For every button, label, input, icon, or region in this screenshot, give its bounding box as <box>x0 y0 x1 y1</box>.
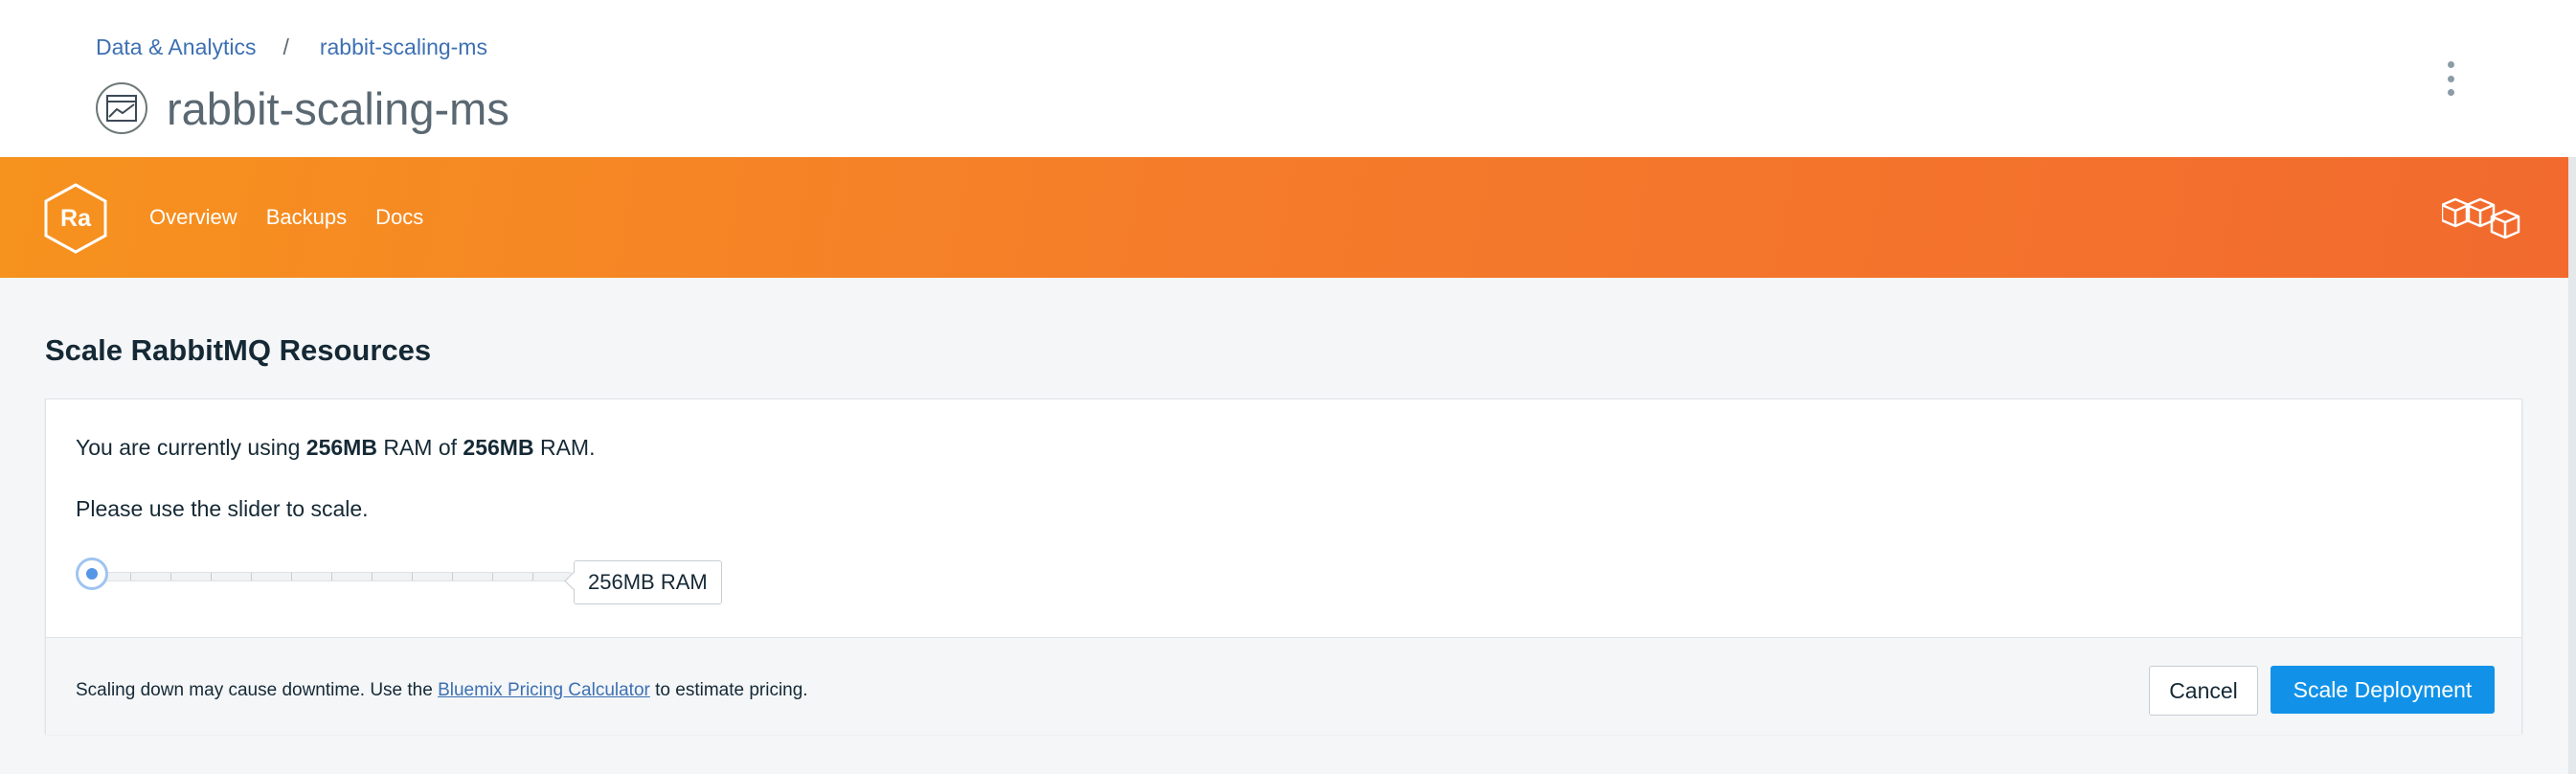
breadcrumb-data-analytics[interactable]: Data & Analytics <box>96 34 256 60</box>
slider-value-label: 256MB RAM <box>574 560 722 604</box>
title-row: rabbit-scaling-ms <box>96 82 509 134</box>
cubes-logo-icon <box>2442 197 2520 239</box>
scale-deployment-button[interactable]: Scale Deployment <box>2271 666 2495 714</box>
service-badge: Ra <box>42 182 109 255</box>
slider-tick <box>130 573 131 580</box>
main-content: Scale RabbitMQ Resources You are current… <box>0 278 2568 774</box>
overflow-menu-button[interactable] <box>2432 57 2469 100</box>
ellipsis-dot <box>2447 89 2454 96</box>
slider-tick <box>251 573 252 580</box>
pricing-calculator-link[interactable]: Bluemix Pricing Calculator <box>438 680 650 700</box>
badge-label: Ra <box>60 204 91 232</box>
slider-tick <box>331 573 332 580</box>
nav-backups[interactable]: Backups <box>266 205 347 230</box>
scale-card: You are currently using 256MB RAM of 256… <box>45 398 2522 735</box>
usage-prefix: You are currently using <box>76 435 306 460</box>
slider-tick <box>372 573 373 580</box>
service-banner: Ra Overview Backups Docs <box>0 157 2568 278</box>
slider-hint: Please use the slider to scale. <box>76 496 369 521</box>
usage-total: 256MB <box>463 435 534 460</box>
slider-thumb-dot <box>86 568 98 580</box>
slider-thumb[interactable] <box>76 558 108 590</box>
usage-used: 256MB <box>305 435 377 460</box>
slider-tick <box>532 573 533 580</box>
footer-text: Scaling down may cause downtime. Use the… <box>76 680 808 701</box>
nav-overview[interactable]: Overview <box>149 205 237 230</box>
nav-docs[interactable]: Docs <box>375 205 423 230</box>
card-footer: Scaling down may cause downtime. Use the… <box>46 637 2521 735</box>
usage-text: You are currently using 256MB RAM of 256… <box>76 435 595 461</box>
cancel-button[interactable]: Cancel <box>2149 666 2258 716</box>
slider-tick <box>170 573 171 580</box>
slider-tick <box>492 573 493 580</box>
usage-middle: RAM of <box>376 435 463 460</box>
section-title: Scale RabbitMQ Resources <box>45 333 432 367</box>
vertical-ellipsis-icon <box>2447 61 2454 68</box>
page-title: rabbit-scaling-ms <box>167 82 509 134</box>
slider-track[interactable] <box>91 572 574 581</box>
chart-window-icon <box>96 82 147 134</box>
footer-text-after: to estimate pricing. <box>649 680 808 700</box>
slider-tick <box>412 573 413 580</box>
page-header: Data & Analytics / rabbit-scaling-ms rab… <box>0 0 2576 157</box>
breadcrumb: Data & Analytics / rabbit-scaling-ms <box>96 34 487 60</box>
scrollbar-track[interactable] <box>2568 157 2576 774</box>
slider-tick <box>452 573 453 580</box>
ellipsis-dot <box>2447 75 2454 82</box>
footer-text-before: Scaling down may cause downtime. Use the <box>76 680 439 700</box>
slider-tick <box>211 573 212 580</box>
ram-slider[interactable] <box>76 558 593 596</box>
breadcrumb-service[interactable]: rabbit-scaling-ms <box>320 34 487 60</box>
slider-tick <box>291 573 292 580</box>
usage-suffix: RAM. <box>533 435 596 460</box>
banner-nav: Overview Backups Docs <box>149 205 452 230</box>
breadcrumb-separator: / <box>282 34 289 59</box>
